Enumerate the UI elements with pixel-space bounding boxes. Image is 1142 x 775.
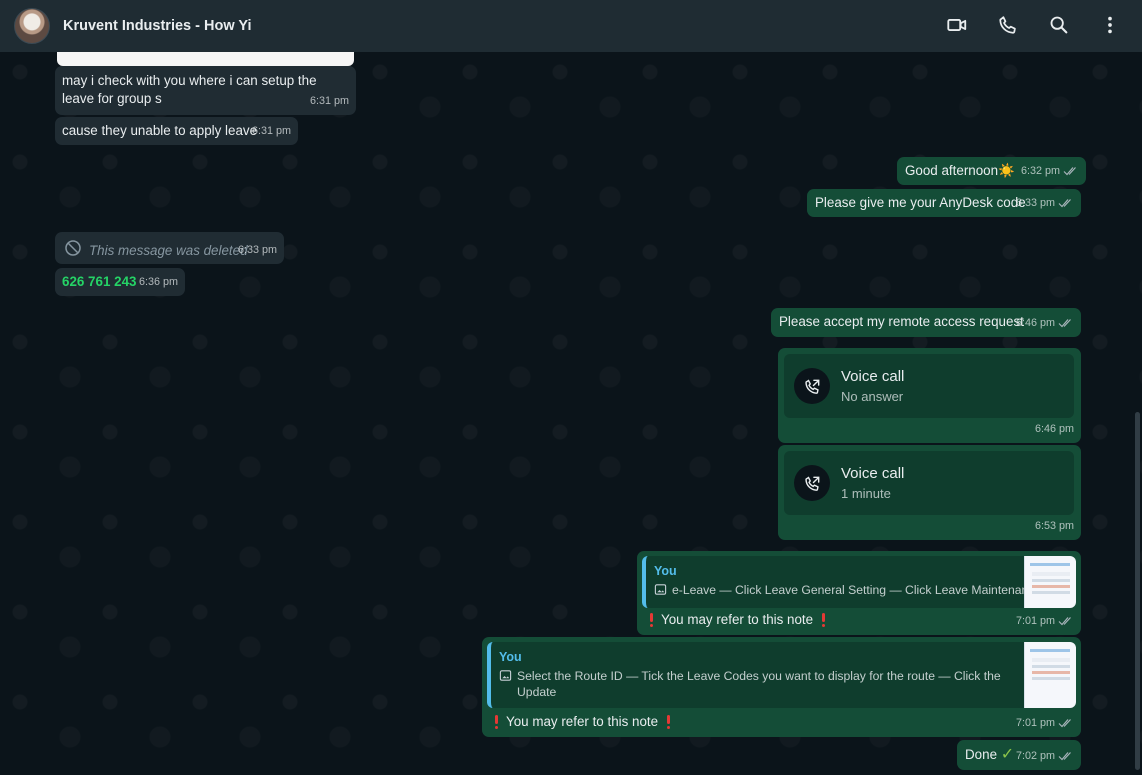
message-time: 6:31 pm (251, 125, 291, 137)
video-call-icon (946, 14, 968, 39)
more-options-icon (1099, 14, 1121, 39)
call-title: Voice call (841, 465, 905, 482)
phone-icon (997, 14, 1019, 39)
double-check-icon (1063, 166, 1079, 176)
message-time: 7:02 pm (1016, 747, 1074, 765)
double-check-icon (1058, 318, 1074, 328)
chat-header: Kruvent Industries - How Yi (0, 0, 1142, 52)
message-text: You may refer to this note (492, 713, 672, 731)
voice-call-button[interactable] (990, 8, 1026, 44)
quote-text: Select the Route ID — Tick the Leave Cod… (499, 668, 1023, 708)
quote-author: You (499, 650, 522, 664)
quote-author: You (654, 564, 677, 578)
exclamation-icon (819, 613, 827, 627)
quote-text: e-Leave — Click Leave General Setting — … (654, 582, 1041, 600)
call-details: Voice call No answer (841, 367, 904, 405)
reply-message[interactable]: You Select the Route ID — Tick the Leave… (482, 637, 1081, 737)
image-icon (499, 668, 512, 686)
call-status: 1 minute (841, 486, 891, 501)
call-status: No answer (841, 389, 904, 404)
exclamation-icon (647, 613, 655, 627)
incoming-message[interactable]: 626 761 243 6:36 pm (55, 268, 185, 296)
exclamation-icon (492, 715, 500, 729)
quoted-message[interactable]: You Select the Route ID — Tick the Leave… (487, 642, 1076, 708)
voice-call-card[interactable]: Voice call 1 minute (784, 451, 1074, 515)
double-check-icon (1058, 198, 1074, 208)
double-check-icon (1058, 616, 1074, 626)
outgoing-message[interactable]: Please accept my remote access request 6… (771, 308, 1081, 337)
sun-emoji: ☀️ (998, 163, 1015, 178)
partial-message-image[interactable] (57, 52, 354, 66)
exclamation-icon (664, 715, 672, 729)
message-time: 7:01 pm (1016, 612, 1074, 630)
voice-call-message[interactable]: Voice call 1 minute 6:53 pm (778, 445, 1081, 540)
menu-button[interactable] (1092, 8, 1128, 44)
quoted-message[interactable]: You e-Leave — Click Leave General Settin… (642, 556, 1076, 608)
call-icon (794, 465, 830, 501)
call-title: Voice call (841, 368, 905, 385)
double-check-icon (1058, 718, 1074, 728)
chat-title[interactable]: Kruvent Industries - How Yi (63, 18, 252, 34)
chat-scrollbar[interactable] (1135, 412, 1140, 770)
blocked-icon (64, 239, 82, 262)
outgoing-message[interactable]: Please give me your AnyDesk code 6:33 pm (807, 189, 1081, 217)
header-actions (924, 8, 1128, 44)
message-time: 6:32 pm (1021, 162, 1079, 180)
incoming-message[interactable]: cause they unable to apply leave 6:31 pm (55, 117, 298, 145)
image-icon (654, 582, 667, 600)
message-time: 6:33 pm (237, 244, 277, 256)
reply-message[interactable]: You e-Leave — Click Leave General Settin… (637, 551, 1081, 635)
incoming-message[interactable]: may i check with you where i can setup t… (55, 66, 356, 115)
message-time: 6:46 pm (1016, 314, 1074, 332)
double-check-icon (1058, 751, 1074, 761)
check-icon: ✓ (1000, 746, 1015, 763)
voice-call-message[interactable]: Voice call No answer 6:46 pm (778, 348, 1081, 443)
search-button[interactable] (1041, 8, 1077, 44)
message-time: 6:36 pm (138, 276, 178, 288)
outgoing-message[interactable]: Good afternoon☀️ 6:32 pm (897, 157, 1086, 185)
quoted-image-thumbnail[interactable] (1024, 642, 1076, 708)
message-time: 6:46 pm (1034, 423, 1074, 435)
video-call-button[interactable] (939, 8, 975, 44)
outgoing-message[interactable]: Done ✓ 7:02 pm (957, 740, 1081, 770)
conversation-pane[interactable]: may i check with you where i can setup t… (0, 52, 1142, 775)
call-details: Voice call 1 minute (841, 464, 904, 502)
message-time: 6:53 pm (1034, 520, 1074, 532)
call-icon (794, 368, 830, 404)
message-time: 6:31 pm (309, 95, 349, 107)
message-text: may i check with you where i can setup t… (62, 73, 317, 106)
message-time: 7:01 pm (1016, 714, 1074, 732)
voice-call-card[interactable]: Voice call No answer (784, 354, 1074, 418)
avatar[interactable] (14, 8, 50, 44)
search-icon (1048, 14, 1070, 39)
deleted-message[interactable]: This message was deleted 6:33 pm (55, 232, 284, 264)
message-time: 6:33 pm (1016, 194, 1074, 212)
quoted-image-thumbnail[interactable] (1024, 556, 1076, 608)
message-text: You may refer to this note (647, 611, 827, 629)
